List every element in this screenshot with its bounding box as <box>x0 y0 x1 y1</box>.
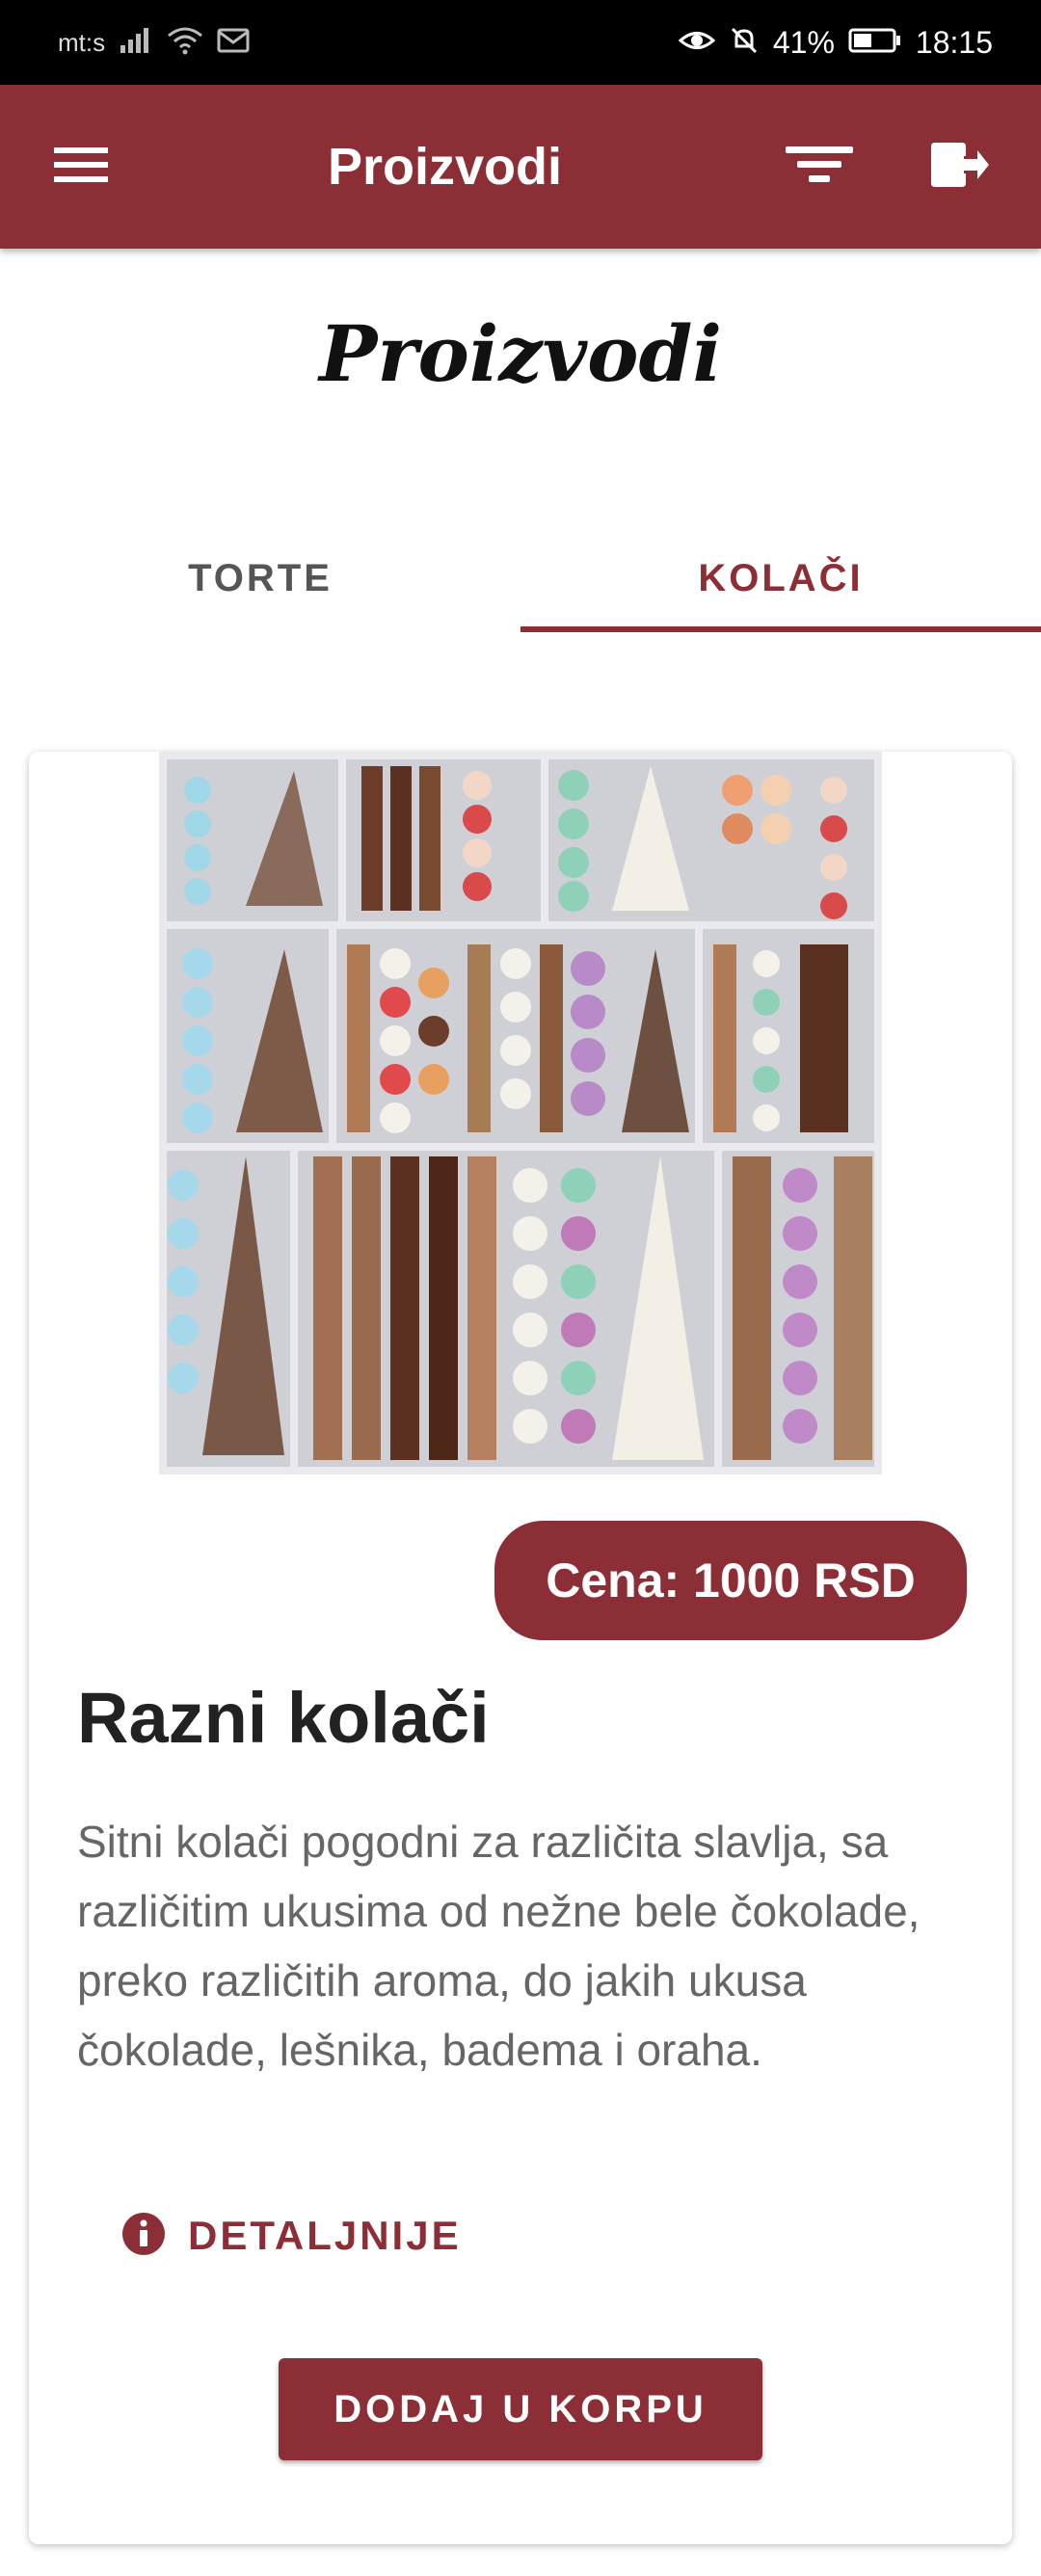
filter-icon <box>786 143 853 192</box>
battery-percent: 41% <box>772 24 835 60</box>
product-card: Cena: 1000 RSD Razni kolači Sitni kolači… <box>29 752 1012 2544</box>
menu-icon <box>54 144 108 191</box>
wifi-icon <box>167 26 203 60</box>
category-tabs: TORTE KOLAČI <box>0 520 1041 636</box>
battery-icon <box>848 26 902 60</box>
carrier-label: mt:s <box>58 27 106 57</box>
filter-button[interactable] <box>781 128 858 205</box>
signal-icon <box>119 26 153 60</box>
tab-torte[interactable]: TORTE <box>0 520 520 636</box>
product-image <box>159 752 882 1474</box>
clock: 18:15 <box>915 24 993 60</box>
add-to-cart-button[interactable]: DODAJ U KORPU <box>279 2358 762 2460</box>
logout-icon <box>929 139 989 196</box>
menu-button[interactable] <box>42 128 120 205</box>
active-tab-indicator <box>520 626 1041 632</box>
eye-icon <box>678 26 716 60</box>
app-bar-title: Proizvodi <box>328 138 563 196</box>
status-left: mt:s <box>58 26 250 60</box>
info-icon <box>120 2211 167 2262</box>
product-description: Sitni kolači pogodni za različita slavlj… <box>77 1817 921 2075</box>
details-button[interactable]: DETALJNIJE <box>120 2197 462 2274</box>
status-bar: mt:s 41% 18:15 <box>0 0 1041 85</box>
status-right: 41% 18:15 <box>678 24 993 61</box>
details-label: DETALJNIJE <box>188 2213 462 2258</box>
bell-off-icon <box>729 25 760 61</box>
app-bar: Proizvodi <box>0 85 1041 249</box>
tab-kolaci[interactable]: KOLAČI <box>520 520 1041 636</box>
price-badge: Cena: 1000 RSD <box>494 1521 967 1640</box>
logout-button[interactable] <box>921 128 998 205</box>
page-heading: Proizvodi <box>319 308 722 399</box>
mail-icon <box>217 26 250 60</box>
product-title: Razni kolači <box>77 1678 490 1758</box>
